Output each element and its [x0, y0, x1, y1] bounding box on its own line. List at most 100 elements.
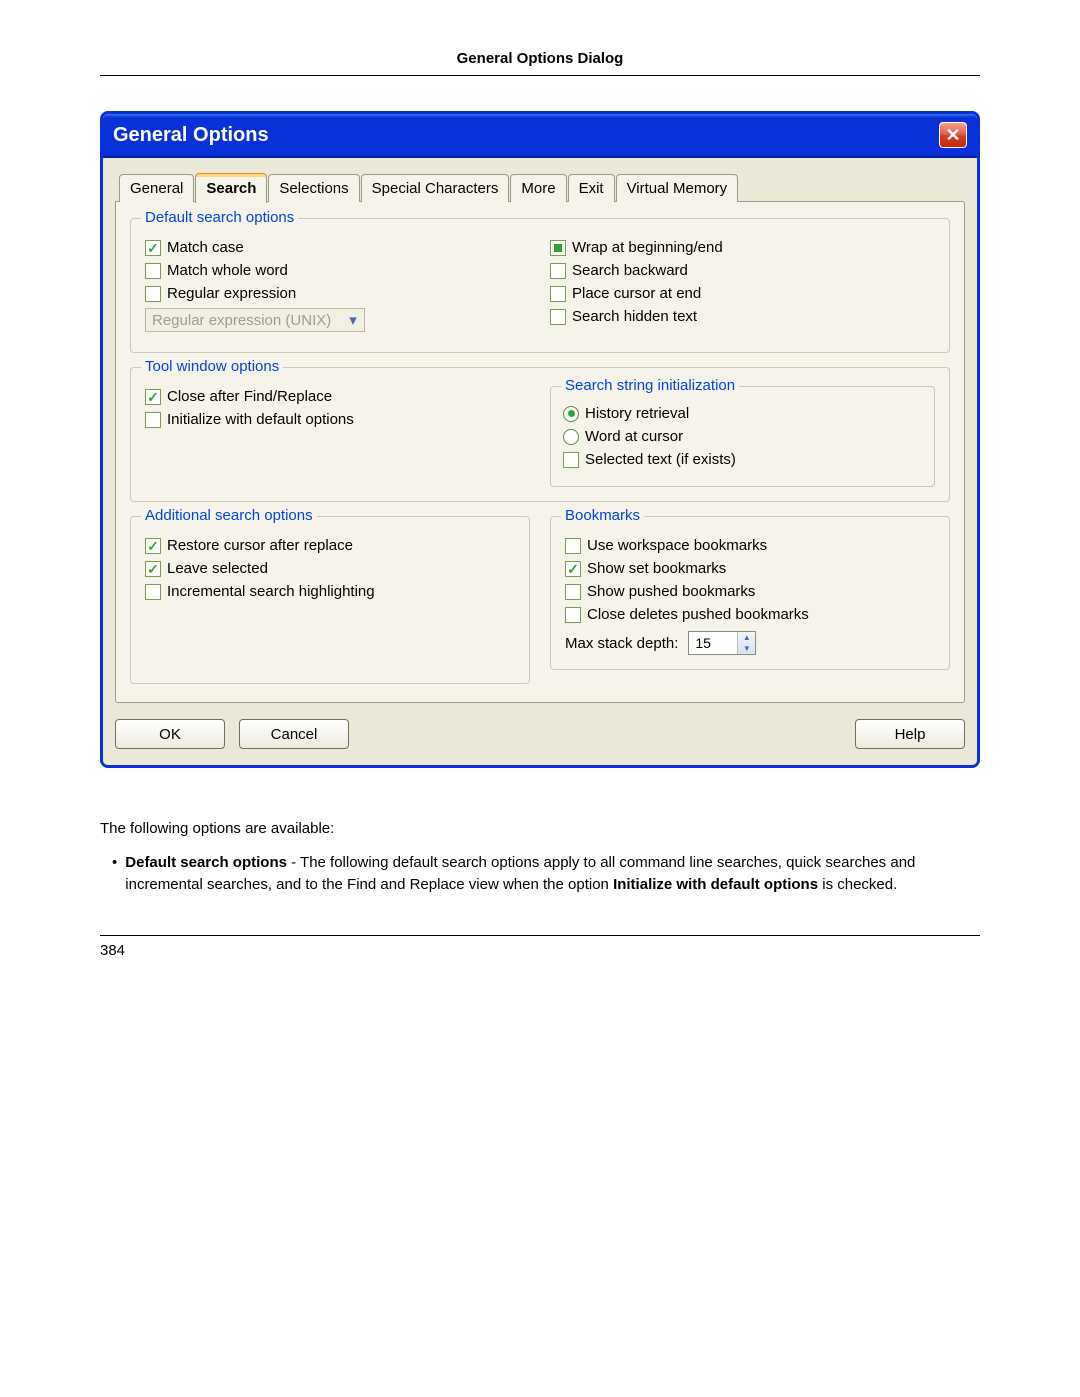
check-show-pushed-bookmarks[interactable]: Show pushed bookmarks: [565, 583, 935, 600]
tab-special-characters[interactable]: Special Characters: [361, 174, 510, 202]
ok-button[interactable]: OK: [115, 719, 225, 749]
spinner-input[interactable]: 15 ▲ ▼: [688, 631, 756, 655]
bullet-bold2: Initialize with default options: [613, 876, 818, 893]
radio-icon: [563, 406, 579, 422]
checkbox-icon: [550, 263, 566, 279]
label: Incremental search highlighting: [167, 583, 375, 600]
general-options-dialog: General Options ✕ General Search Selecti…: [100, 111, 980, 768]
group-search-string-init: Search string initialization History ret…: [550, 386, 935, 487]
legend-search-string-init: Search string initialization: [561, 377, 739, 394]
checkbox-icon: [145, 538, 161, 554]
legend-bookmarks: Bookmarks: [561, 507, 644, 524]
label: Close deletes pushed bookmarks: [587, 606, 809, 623]
check-incremental-highlight[interactable]: Incremental search highlighting: [145, 583, 515, 600]
checkbox-icon: [565, 538, 581, 554]
label: Word at cursor: [585, 428, 683, 445]
group-tool-window: Tool window options Close after Find/Rep…: [130, 367, 950, 502]
chevron-down-icon: ▾: [342, 309, 364, 331]
titlebar: General Options ✕: [103, 114, 977, 158]
close-button[interactable]: ✕: [939, 122, 967, 148]
cancel-button[interactable]: Cancel: [239, 719, 349, 749]
chevron-down-icon[interactable]: ▼: [738, 643, 755, 654]
check-initialize-default[interactable]: Initialize with default options: [145, 411, 530, 428]
group-default-search: Default search options Match case Match …: [130, 218, 950, 353]
checkbox-icon: [145, 286, 161, 302]
check-workspace-bookmarks[interactable]: Use workspace bookmarks: [565, 537, 935, 554]
label: Show set bookmarks: [587, 560, 726, 577]
checkbox-icon: [145, 412, 161, 428]
label: Wrap at beginning/end: [572, 239, 723, 256]
documentation-text: The following options are available: Def…: [100, 818, 980, 895]
check-wrap[interactable]: Wrap at beginning/end: [550, 239, 935, 256]
label: Max stack depth:: [565, 635, 678, 652]
group-additional-search: Additional search options Restore cursor…: [130, 516, 530, 684]
check-leave-selected[interactable]: Leave selected: [145, 560, 515, 577]
group-bookmarks: Bookmarks Use workspace bookmarks Show s…: [550, 516, 950, 670]
label: Selected text (if exists): [585, 451, 736, 468]
dialog-title: General Options: [113, 124, 269, 147]
check-search-hidden-text[interactable]: Search hidden text: [550, 308, 935, 325]
tabbar: General Search Selections Special Charac…: [115, 172, 965, 202]
checkbox-icon: [565, 607, 581, 623]
check-search-backward[interactable]: Search backward: [550, 262, 935, 279]
check-place-cursor-end[interactable]: Place cursor at end: [550, 285, 935, 302]
label: History retrieval: [585, 405, 689, 422]
tab-search[interactable]: Search: [195, 173, 267, 203]
radio-word-at-cursor[interactable]: Word at cursor: [563, 428, 922, 445]
bullet-default-search: Default search options - The following d…: [112, 852, 980, 896]
checkbox-icon: [550, 286, 566, 302]
intro-text: The following options are available:: [100, 818, 980, 840]
label: Search hidden text: [572, 308, 697, 325]
dialog-button-row: OK Cancel Help: [115, 719, 965, 749]
check-selected-text[interactable]: Selected text (if exists): [563, 451, 922, 468]
check-restore-cursor[interactable]: Restore cursor after replace: [145, 537, 515, 554]
page-header: General Options Dialog: [100, 50, 980, 76]
tab-virtual-memory[interactable]: Virtual Memory: [616, 174, 739, 202]
check-close-after-find[interactable]: Close after Find/Replace: [145, 388, 530, 405]
checkbox-icon: [565, 584, 581, 600]
tab-exit[interactable]: Exit: [568, 174, 615, 202]
checkbox-icon: [145, 584, 161, 600]
label: Initialize with default options: [167, 411, 354, 428]
label: Match whole word: [167, 262, 288, 279]
combo-value: Regular expression (UNIX): [152, 312, 331, 329]
label: Show pushed bookmarks: [587, 583, 755, 600]
legend-tool-window: Tool window options: [141, 358, 283, 375]
radio-icon: [563, 429, 579, 445]
label: Restore cursor after replace: [167, 537, 353, 554]
checkbox-icon: [563, 452, 579, 468]
checkbox-icon: [550, 240, 566, 256]
label: Match case: [167, 239, 244, 256]
checkbox-icon: [145, 263, 161, 279]
check-match-whole-word[interactable]: Match whole word: [145, 262, 530, 279]
chevron-up-icon[interactable]: ▲: [738, 632, 755, 643]
label: Use workspace bookmarks: [587, 537, 767, 554]
legend-additional-search: Additional search options: [141, 507, 317, 524]
label: Close after Find/Replace: [167, 388, 332, 405]
check-regular-expression[interactable]: Regular expression: [145, 285, 530, 302]
legend-default-search: Default search options: [141, 209, 298, 226]
help-button[interactable]: Help: [855, 719, 965, 749]
check-close-deletes-pushed[interactable]: Close deletes pushed bookmarks: [565, 606, 935, 623]
check-match-case[interactable]: Match case: [145, 239, 530, 256]
checkbox-icon: [145, 389, 161, 405]
label: Leave selected: [167, 560, 268, 577]
page-number: 384: [100, 935, 980, 959]
tab-selections[interactable]: Selections: [268, 174, 359, 202]
label: Place cursor at end: [572, 285, 701, 302]
tab-more[interactable]: More: [510, 174, 566, 202]
bullet-tail: is checked.: [818, 876, 897, 893]
checkbox-icon: [145, 561, 161, 577]
label: Regular expression: [167, 285, 296, 302]
spinner-max-stack: Max stack depth: 15 ▲ ▼: [565, 631, 935, 655]
radio-history-retrieval[interactable]: History retrieval: [563, 405, 922, 422]
combo-regex-syntax: Regular expression (UNIX) ▾: [145, 308, 530, 332]
dialog-body: General Search Selections Special Charac…: [103, 158, 977, 765]
tab-panel-search: Default search options Match case Match …: [115, 201, 965, 703]
tab-general[interactable]: General: [119, 174, 194, 202]
check-show-set-bookmarks[interactable]: Show set bookmarks: [565, 560, 935, 577]
bullet-bold: Default search options: [125, 854, 287, 871]
spinner-value: 15: [689, 632, 737, 654]
checkbox-icon: [550, 309, 566, 325]
checkbox-icon: [145, 240, 161, 256]
